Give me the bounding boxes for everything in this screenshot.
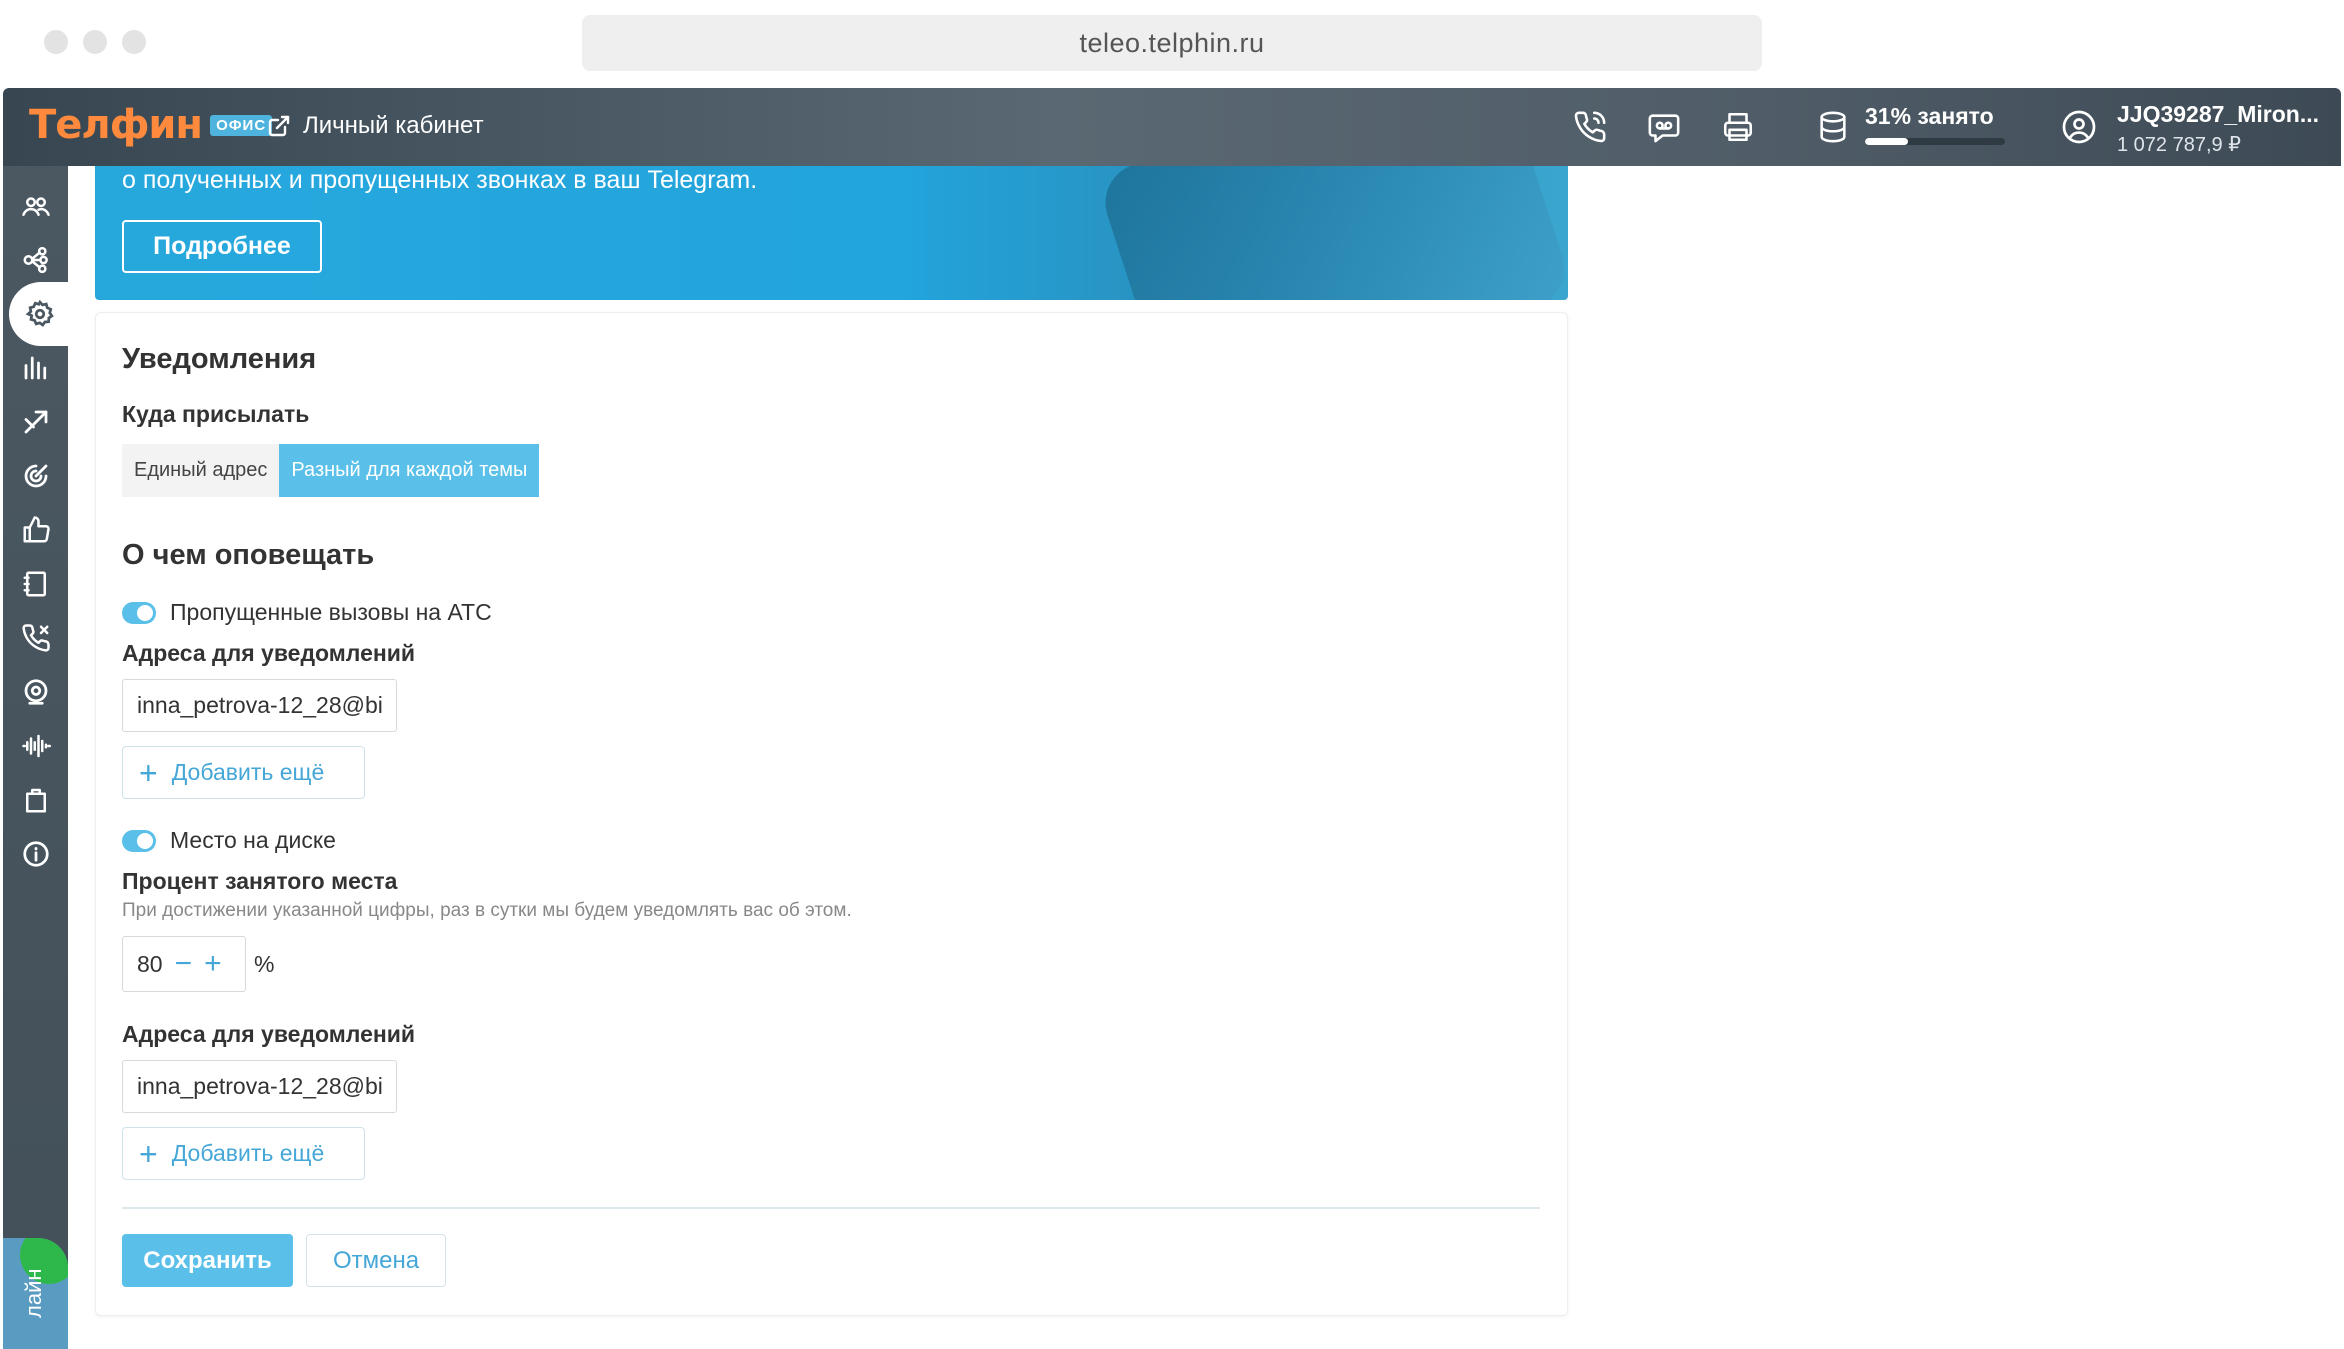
disk-space-email-input[interactable] (122, 1060, 397, 1113)
disk-space-addresses-label: Адреса для уведомлений (122, 1021, 416, 1047)
missed-calls-email-input[interactable] (122, 679, 397, 732)
target-icon (24, 464, 47, 488)
user-name: JJQ39287_Miron... (2117, 101, 2319, 127)
voice-icon (21, 734, 51, 758)
plus-icon: + (139, 754, 158, 791)
app-header: Телфин ОФИС Личный кабинет 31% занято JJ… (3, 88, 2341, 166)
banner-text: о полученных и пропущенных звонках в ваш… (122, 166, 758, 194)
info-icon (22, 841, 49, 867)
percent-label: Процент занятого места (122, 868, 398, 894)
phonebook-icon (23, 571, 46, 597)
where-segmented-control: Единый адрес Разный для каждой темы (122, 444, 540, 497)
page-title: Уведомления (122, 343, 317, 375)
more-info-button[interactable]: Подробнее (122, 220, 322, 273)
disk-usage-fill (1865, 138, 1909, 145)
percent-hint: При достижении указанной цифры, раз в су… (122, 900, 852, 921)
logo-text: Телфин (29, 102, 203, 148)
external-link-icon (268, 115, 290, 137)
disk-usage[interactable]: 31% занято (1865, 103, 2005, 145)
banner-phone-image (1095, 166, 1568, 300)
missed-calls-addresses-label: Адреса для уведомлений (122, 640, 416, 666)
plus-icon[interactable]: + (204, 949, 222, 979)
missed-calls-toggle[interactable] (122, 601, 156, 624)
disk-usage-bar (1865, 138, 2005, 145)
calls-icon[interactable] (1570, 107, 1610, 147)
window-minimize-dot[interactable] (83, 30, 107, 54)
where-option-per-topic[interactable]: Разный для каждой темы (279, 444, 540, 497)
divider (122, 1207, 1540, 1209)
missed-calls-add-more-button[interactable]: + Добавить ещё (122, 746, 365, 799)
personal-cabinet-link[interactable]: Личный кабинет (267, 112, 484, 140)
disk-space-toggle[interactable] (122, 829, 156, 852)
user-account[interactable]: JJQ39287_Miron... 1 072 787,9 ₽ (2117, 101, 2319, 157)
plus-icon: + (139, 1135, 158, 1172)
sidebar: лайн (3, 166, 71, 1349)
personal-cabinet-label: Личный кабинет (303, 112, 484, 139)
notifications-card: Уведомления Куда присылать Единый адрес … (95, 312, 1568, 1316)
browser-chrome: teleo.telphin.ru (0, 0, 2344, 88)
scheme-icon (23, 246, 48, 274)
user-balance: 1 072 787,9 ₽ (2117, 134, 2241, 156)
thumbs-up-icon (23, 516, 50, 543)
calls-direction-icon (24, 410, 47, 434)
url-bar[interactable]: teleo.telphin.ru (582, 15, 1762, 71)
database-icon (1813, 107, 1853, 147)
online-widget[interactable]: лайн (3, 1238, 68, 1349)
stats-icon (24, 356, 46, 380)
add-more-label: Добавить ещё (171, 759, 325, 785)
window-close-dot[interactable] (44, 30, 68, 54)
add-more-label: Добавить ещё (171, 1140, 325, 1166)
user-avatar-icon[interactable] (2059, 107, 2099, 147)
shop-icon (25, 788, 46, 813)
percent-value: 80 (137, 950, 163, 977)
where-label: Куда присылать (122, 401, 310, 427)
sidebar-item-info[interactable] (3, 822, 68, 886)
online-label: лайн (21, 1268, 46, 1318)
logo[interactable]: Телфин ОФИС (29, 102, 273, 148)
save-button[interactable]: Сохранить (122, 1234, 293, 1287)
what-section-title: О чем оповещать (122, 539, 375, 571)
percent-unit: % (254, 951, 275, 977)
missed-calls-label: Пропущенные вызовы на АТС (170, 599, 492, 625)
webcam-icon (24, 679, 47, 705)
settings-icon (25, 299, 54, 327)
callback-icon (21, 624, 50, 652)
minus-icon[interactable]: − (175, 949, 193, 979)
telegram-promo-banner: о полученных и пропущенных звонках в ваш… (95, 166, 1568, 300)
percent-stepper[interactable]: 80 − + (122, 936, 246, 992)
disk-usage-label: 31% занято (1865, 103, 1994, 129)
voicemail-icon[interactable] (1644, 107, 1684, 147)
disk-space-toggle-row: Место на диске (122, 827, 336, 854)
missed-calls-toggle-row: Пропущенные вызовы на АТС (122, 599, 492, 626)
window-zoom-dot[interactable] (122, 30, 146, 54)
cancel-button[interactable]: Отмена (306, 1234, 446, 1287)
where-option-single[interactable]: Единый адрес (122, 444, 280, 497)
fax-icon[interactable] (1718, 107, 1758, 147)
logo-badge: ОФИС (210, 114, 273, 136)
disk-space-add-more-button[interactable]: + Добавить ещё (122, 1127, 365, 1180)
disk-space-label: Место на диске (170, 827, 336, 853)
users-icon (21, 197, 50, 216)
